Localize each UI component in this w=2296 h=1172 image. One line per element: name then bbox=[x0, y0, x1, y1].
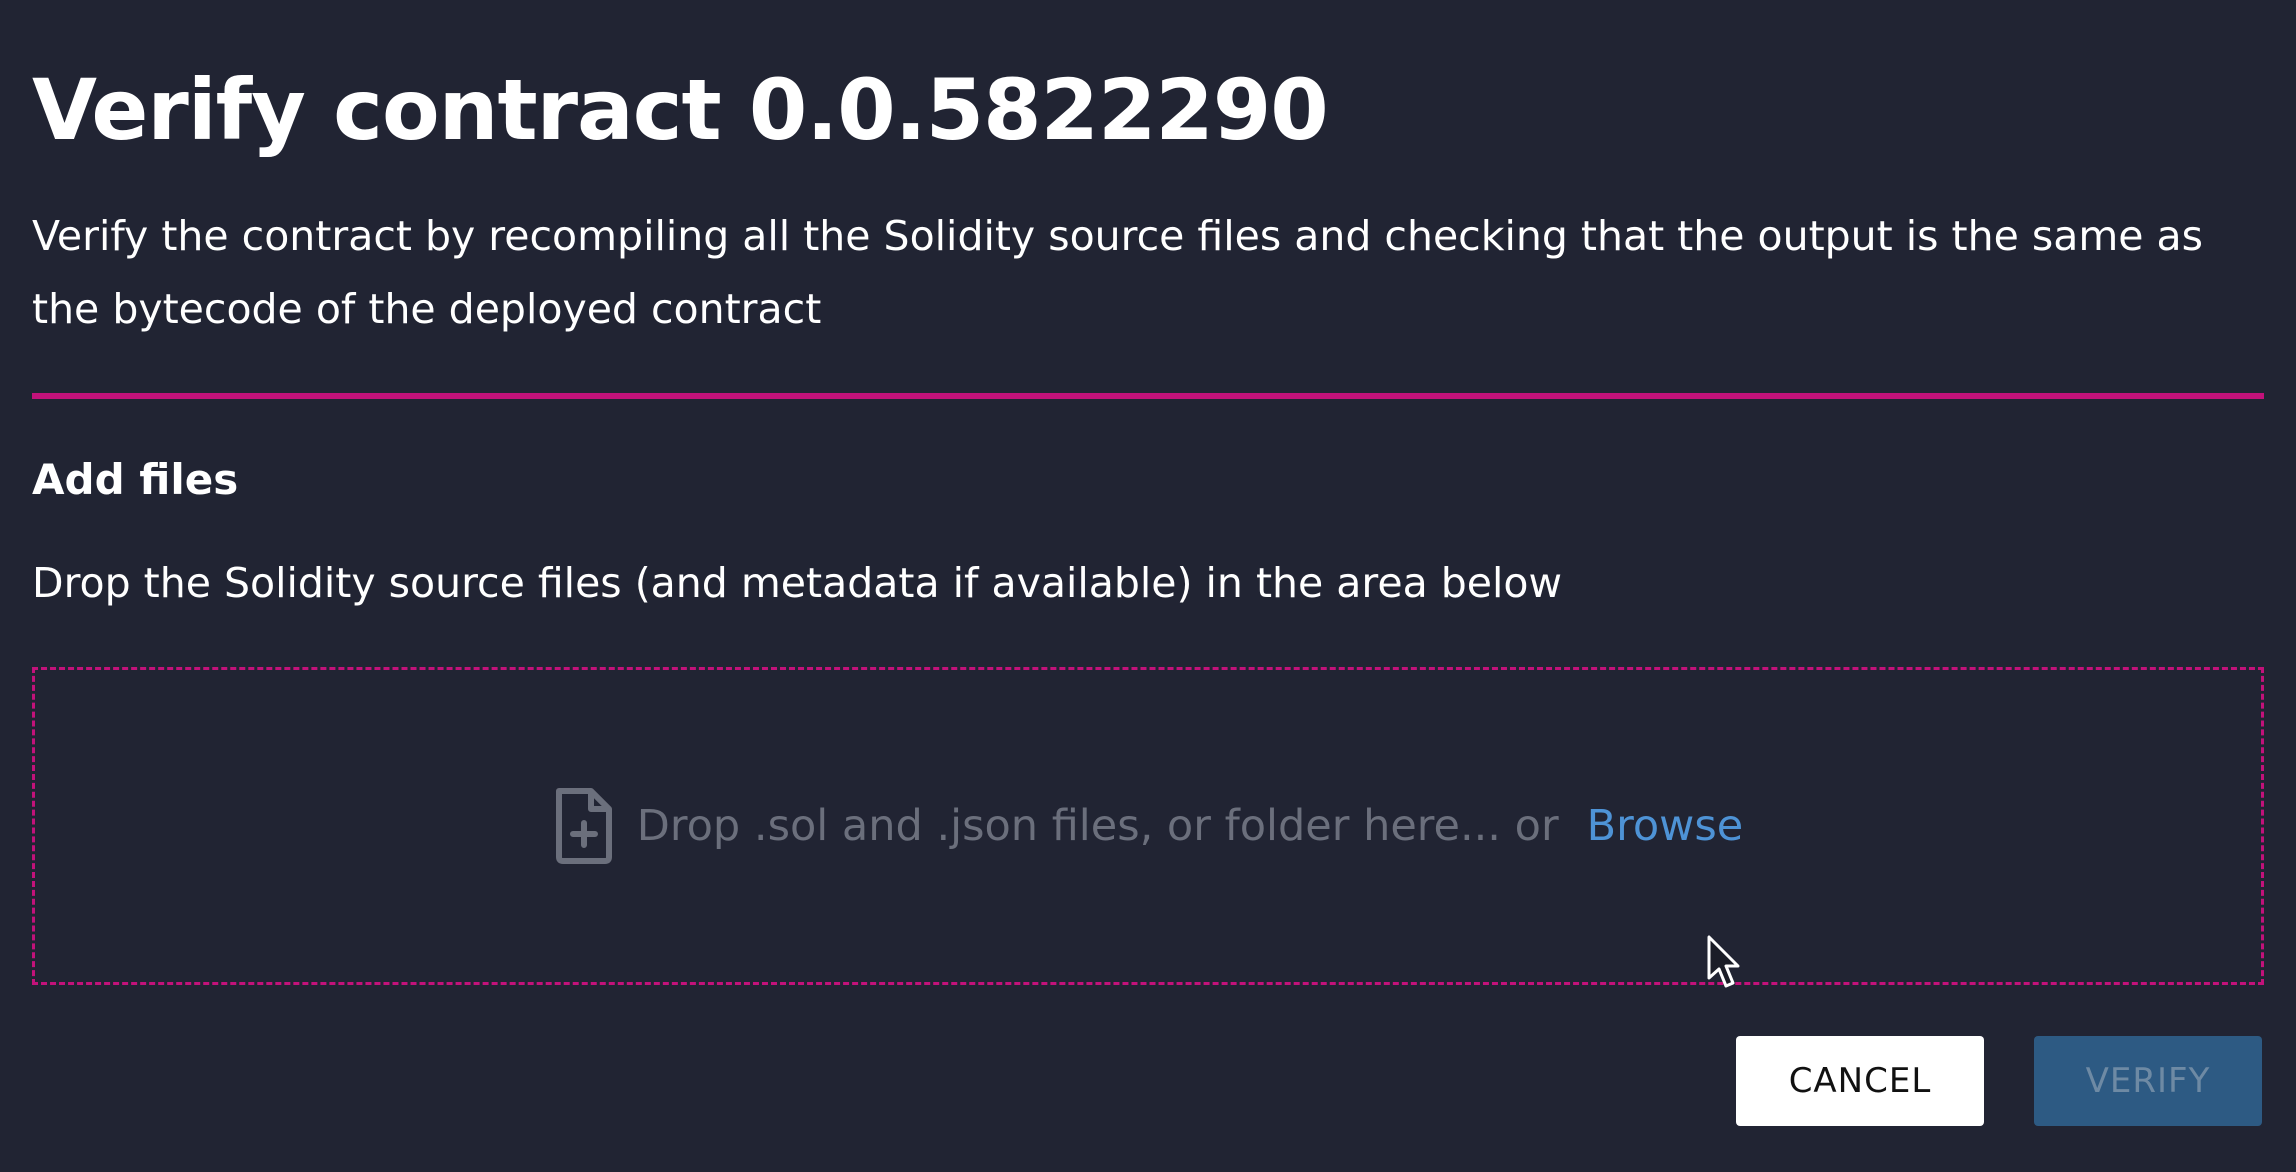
mouse-cursor-icon bbox=[1707, 935, 1740, 988]
add-files-instructions: Drop the Solidity source files (and meta… bbox=[32, 559, 1562, 607]
file-add-icon bbox=[553, 787, 615, 865]
add-files-title: Add files bbox=[32, 455, 239, 504]
file-dropzone[interactable]: Drop .sol and .json files, or folder her… bbox=[32, 667, 2264, 985]
dropzone-text: Drop .sol and .json files, or folder her… bbox=[636, 801, 1559, 851]
dropzone-content: Drop .sol and .json files, or folder her… bbox=[35, 670, 2261, 982]
verify-contract-dialog: Verify contract 0.0.5822290 Verify the c… bbox=[0, 0, 2296, 1172]
dialog-title: Verify contract 0.0.5822290 bbox=[32, 61, 1329, 159]
browse-link[interactable]: Browse bbox=[1587, 801, 1744, 851]
verify-button[interactable]: VERIFY bbox=[2034, 1036, 2262, 1126]
cancel-button[interactable]: CANCEL bbox=[1736, 1036, 1984, 1126]
divider bbox=[32, 393, 2264, 399]
dialog-description: Verify the contract by recompiling all t… bbox=[32, 212, 2204, 333]
